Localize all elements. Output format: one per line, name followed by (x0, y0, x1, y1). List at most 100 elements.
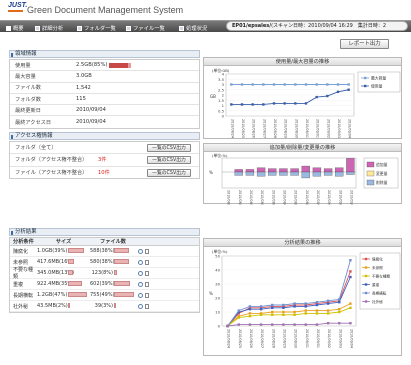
legend-label: 長期横転 (372, 291, 387, 296)
access-row: ファイル（アクセス権不整合） 10件 一覧のCSV出力 (10, 167, 199, 179)
data-point (349, 306, 352, 309)
document-icon[interactable] (145, 270, 149, 276)
x-tick-label: 2010/08/24 (227, 190, 231, 205)
files-bar (114, 303, 116, 308)
search-icon[interactable] (138, 248, 143, 254)
csv-export-button[interactable]: 一覧のCSV出力 (147, 168, 191, 177)
nav-detail-analysis[interactable]: 詳細分析 (35, 24, 63, 32)
bar (335, 167, 344, 173)
csv-export-button[interactable]: 一覧のCSV出力 (147, 156, 191, 165)
analysis-size: 345.0MB(13%) (37, 270, 75, 276)
analysis-files: 580(38%) (90, 259, 115, 265)
legend-marker (364, 257, 368, 261)
data-point (226, 324, 229, 328)
usage-trend-panel: 使用量/最大容量の推移 (単位:GB) GB 0 0.5 1 1.5 2 2.5 3 3.5 4 20… (203, 57, 402, 139)
file-icon (126, 25, 131, 31)
y-tick-label: 1.5 (218, 98, 225, 103)
data-point (259, 305, 263, 308)
analysis-trend-chart: (単位:%)%010203040502010/08/24 2010/08/25 20… (209, 249, 401, 348)
analysis-condition: 長期横転 (13, 292, 34, 299)
nav-file-list[interactable]: ファイル一覧 (126, 24, 165, 32)
search-icon[interactable] (138, 259, 143, 265)
legend-marker (364, 266, 368, 269)
analysis-row: 不要な種類 345.0MB(13%) 123(8%) (10, 267, 199, 280)
document-icon[interactable] (145, 303, 149, 309)
bar (279, 171, 288, 176)
x-tick-label: 2010/08/29 (282, 190, 286, 205)
x-tick-label: 2010/08/31 (305, 190, 309, 205)
data-point (282, 310, 285, 314)
data-point (315, 312, 319, 315)
legend-label: 社外秘 (372, 299, 383, 304)
data-point (271, 306, 274, 309)
data-point (349, 275, 352, 279)
data-point (230, 103, 233, 106)
size-bar (68, 248, 84, 253)
data-point (326, 322, 330, 325)
legend-marker (364, 274, 368, 278)
x-tick-label: 2010/09/04 (348, 119, 352, 138)
document-icon[interactable] (145, 292, 149, 298)
data-point (271, 310, 274, 314)
document-icon[interactable] (145, 248, 149, 254)
report-output-button[interactable]: レポート出力 (340, 39, 389, 49)
usage-trend-title: 使用量/最大容量の推移 (204, 58, 401, 66)
analysis-files: 588(38%) (90, 248, 115, 254)
analysis-condition: 社外秘 (13, 303, 29, 310)
x-tick-label: 2010/08/24 (227, 329, 231, 348)
logo-underline (8, 10, 23, 12)
data-point (237, 323, 240, 326)
access-section-title: アクセス権情報 (9, 132, 200, 140)
size-bar (68, 303, 70, 308)
data-point (326, 302, 330, 305)
data-point (282, 313, 285, 316)
legend: 最大容量使用量 (357, 71, 401, 93)
search-icon[interactable] (138, 292, 143, 298)
analysis-row: 社外秘 43.5MB(2%) 39(3%) (10, 301, 199, 312)
data-point (293, 323, 296, 326)
bar (234, 171, 243, 176)
data-point (293, 313, 296, 316)
document-icon[interactable] (145, 281, 149, 287)
x-tick-label: 2010/08/27 (260, 190, 264, 205)
bar (290, 168, 299, 173)
bar (301, 171, 310, 179)
document-icon[interactable] (145, 259, 149, 265)
x-tick-label: 2010/09/02 (327, 329, 331, 348)
data-point (326, 309, 330, 312)
analysis-row: 長期横転 1.2GB(47%) 755(49%) (10, 290, 199, 301)
status-icon (179, 25, 184, 31)
legend-label: 使用量 (371, 84, 383, 89)
bar (323, 168, 333, 173)
y-axis-label: % (209, 291, 213, 296)
x-tick-label: 2010/09/04 (349, 329, 353, 348)
data-point (304, 323, 307, 326)
csv-export-button[interactable]: 一覧のCSV出力 (147, 144, 191, 152)
analysis-condition: 重複 (13, 281, 24, 288)
x-tick-label: 2010/09/01 (316, 119, 320, 138)
x-tick-label: 2010/08/26 (249, 329, 253, 348)
search-icon[interactable] (138, 281, 143, 287)
legend-marker (364, 84, 367, 88)
capacity-row: 最大容量 3.0GB (10, 71, 199, 83)
search-icon[interactable] (138, 270, 143, 276)
access-row: フォルダ（アクセス権不整合） 3件 一覧のCSV出力 (10, 154, 199, 167)
app-title: Green Document Management System (27, 5, 184, 15)
data-point (248, 312, 252, 315)
nav-folder-list[interactable]: フォルダ一覧 (77, 24, 116, 32)
change-trend-panel: 追加量/削除量/変更量の推移 (単位:%)% 2010/08/24 2010/08/… (203, 143, 402, 205)
capacity-section-title: 領域情報 (9, 50, 200, 58)
bar (290, 171, 299, 176)
files-bar-track (114, 259, 136, 265)
x-tick-label: 2010/09/03 (337, 119, 341, 138)
nav-process-status[interactable]: 処理状況 (179, 24, 207, 32)
nav-overview[interactable]: 概要 (6, 24, 24, 32)
legend-marker (364, 76, 367, 80)
brand-logo: JUST. (8, 2, 28, 9)
x-tick-label: 2010/09/04 (349, 190, 353, 205)
bar (268, 168, 277, 173)
y-axis-label: % (209, 170, 213, 175)
search-icon[interactable] (138, 303, 143, 309)
data-point (315, 95, 318, 99)
x-tick-label: 2010/08/31 (305, 329, 309, 348)
